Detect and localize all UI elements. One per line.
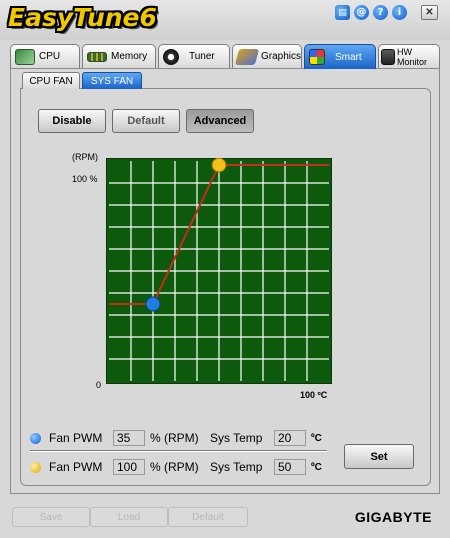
high-point-handle[interactable] [211,158,227,173]
tab-tuner[interactable]: Tuner [158,44,230,68]
doc-icon[interactable]: ▤ [335,5,350,20]
info-icon[interactable]: i [392,5,407,20]
graph-canvas[interactable] [106,158,332,384]
set-button[interactable]: Set [344,444,414,469]
disable-button[interactable]: Disable [38,109,106,133]
smart-icon [309,49,325,65]
close-button[interactable]: ✕ [421,5,438,20]
graphics-icon [234,48,260,65]
tab-hw-monitor[interactable]: HW Monitor [378,44,440,68]
sys-temp-label: Sys Temp [210,460,263,474]
memory-icon [87,51,107,62]
tab-smart[interactable]: Smart [304,44,376,69]
tab-memory[interactable]: Memory [82,44,156,68]
low-point-handle[interactable] [145,296,161,312]
tab-memory-label: Memory [111,51,148,62]
x-axis-max: 100 ºC [300,390,328,400]
blue-point-icon [30,432,41,444]
hw-monitor-icon [381,48,395,65]
sys-temp-label: Sys Temp [210,431,263,445]
y-axis-unit: (RPM) [72,152,98,162]
subtab-cpu-fan[interactable]: CPU FAN [22,72,80,89]
yellow-point-icon [30,461,41,473]
pwm-value-field[interactable]: 35 [113,430,145,446]
temp-value-field[interactable]: 20 [274,430,306,446]
tuner-icon [163,48,179,65]
tab-cpu[interactable]: CPU [10,44,80,68]
tab-graphics[interactable]: Graphics [232,44,302,68]
app-logo: EasyTune6 [8,3,157,32]
fan-pwm-label: Fan PWM [49,460,103,474]
help-icon[interactable]: ? [373,5,388,20]
save-button[interactable]: Save [12,507,90,527]
tab-graphics-label: Graphics [261,51,302,62]
fan-row-high: Fan PWM 100 % (RPM) Sys Temp 50 ºC [30,457,322,477]
fan-curve-graph: (RPM) 100 % 0 100 ºC [60,148,350,408]
fan-row-low: Fan PWM 35 % (RPM) Sys Temp 20 ºC [30,428,322,448]
pwm-unit: % (RPM) [150,431,199,445]
axis-origin: 0 [96,380,102,390]
title-bar: EasyTune6 ▤ @ ? i ✕ [0,0,450,40]
default-profile-button[interactable]: Default [168,507,248,527]
temp-unit: ºC [311,432,322,444]
advanced-button[interactable]: Advanced [186,109,254,133]
at-icon[interactable]: @ [354,5,369,20]
titlebar-icons: ▤ @ ? i ✕ [335,5,438,20]
fan-pwm-label: Fan PWM [49,431,103,445]
tab-hw-monitor-label: HW Monitor [397,46,428,67]
tab-tuner-label: Tuner [189,51,215,62]
tab-smart-label: Smart [335,51,362,63]
row-divider-highlight [30,451,327,452]
default-button[interactable]: Default [112,109,180,133]
pwm-value-field[interactable]: 100 [113,459,145,475]
tab-cpu-label: CPU [39,51,61,62]
cpu-icon [15,48,35,65]
subtab-sys-fan[interactable]: SYS FAN [82,72,142,89]
temp-value-field[interactable]: 50 [274,459,306,475]
load-button[interactable]: Load [90,507,168,527]
pwm-unit: % (RPM) [150,460,199,474]
y-axis-max: 100 % [72,174,98,184]
temp-unit: ºC [311,461,322,473]
gigabyte-logo: GIGABYTE [354,509,432,525]
